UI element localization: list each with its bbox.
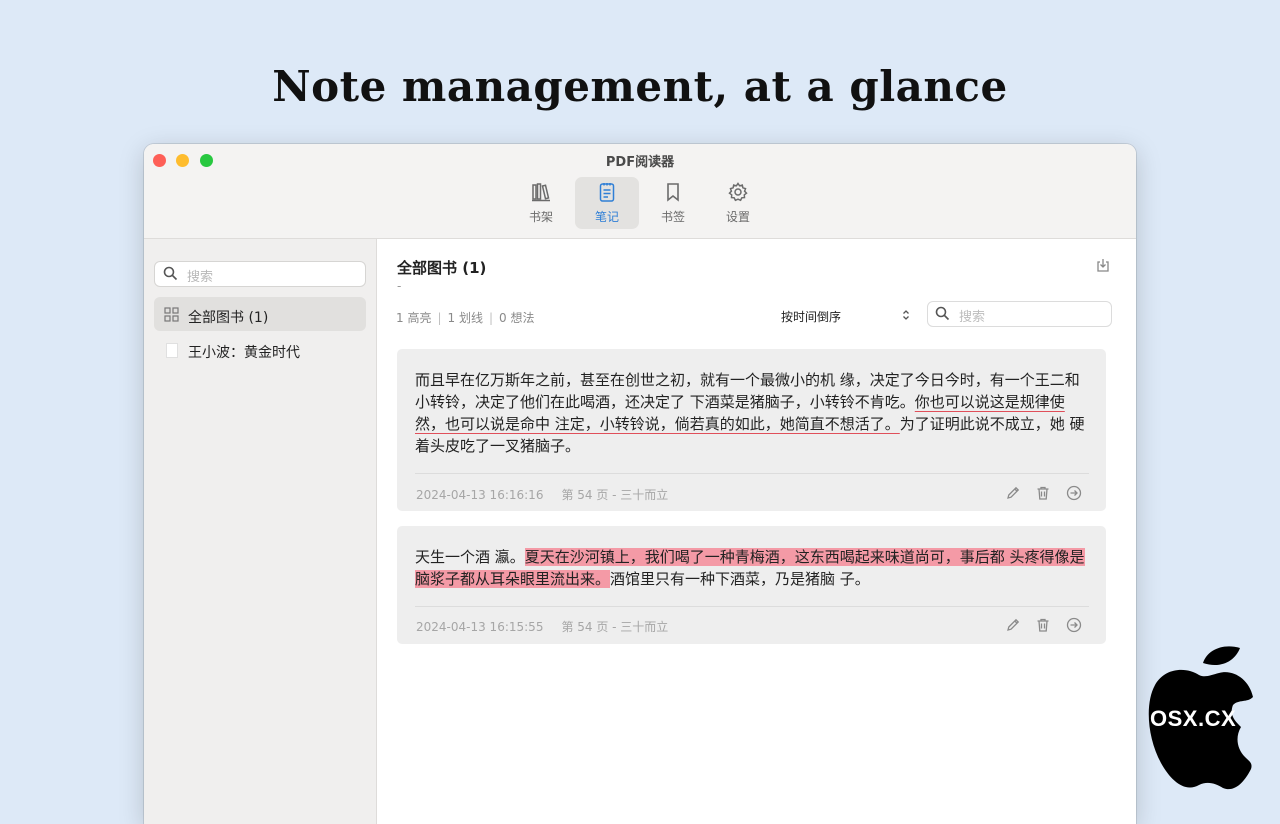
tab-bookshelf[interactable]: 书架: [509, 177, 573, 229]
document-icon: [166, 343, 178, 358]
tab-bookmarks-label: 书签: [660, 210, 685, 224]
bookshelf-icon: [532, 183, 550, 202]
app-window: PDF阅读器 书架 笔记 书签 设置 搜索 全部图书 (1) 王小波：黄金时代 …: [144, 144, 1136, 824]
note-text-before: 天生一个酒 瀛。: [415, 548, 525, 566]
search-icon: [935, 306, 950, 321]
sort-select-value: 按时间倒序: [781, 310, 842, 324]
grid-icon: [164, 307, 179, 322]
arrow-circle-right-icon[interactable]: [1066, 617, 1082, 633]
sidebar-item-all-books[interactable]: 全部图书 (1): [154, 297, 366, 331]
trash-icon[interactable]: [1035, 617, 1051, 633]
note-card[interactable]: 天生一个酒 瀛。夏天在沙河镇上，我们喝了一种青梅酒，这东西喝起来味道尚可，事后都…: [397, 526, 1106, 644]
note-text: 天生一个酒 瀛。夏天在沙河镇上，我们喝了一种青梅酒，这东西喝起来味道尚可，事后都…: [415, 546, 1089, 590]
thought-count: 0 想法: [499, 311, 535, 325]
note-card[interactable]: 而且早在亿万斯年之前，甚至在创世之初，就有一个最微小的机 缘，决定了今日今时，有…: [397, 349, 1106, 511]
divider: [415, 473, 1089, 474]
title-bar: PDF阅读器 书架 笔记 书签 设置: [144, 144, 1136, 239]
tab-notes-label: 笔记: [594, 210, 619, 224]
tab-settings[interactable]: 设置: [706, 177, 770, 229]
window-title: PDF阅读器: [605, 155, 675, 170]
notes-icon: [599, 183, 615, 202]
note-timestamp: 2024-04-13 16:16:16: [416, 488, 544, 502]
divider: [415, 606, 1089, 607]
highlight-count: 1 高亮: [396, 311, 432, 325]
watermark-text: OSX.CX: [1150, 706, 1237, 731]
sidebar-search-placeholder: 搜索: [187, 270, 214, 285]
note-meta: 2024-04-13 16:15:55 第 54 页 - 三十而立: [416, 618, 668, 635]
tab-notes[interactable]: 笔记: [575, 177, 639, 229]
notes-search-field[interactable]: 搜索: [927, 301, 1112, 327]
notes-panel: 全部图书 (1) - 1 高亮 | 1 划线 | 0 想法 按时间倒序 搜索 而且早在亿…: [377, 239, 1136, 824]
sidebar-item-all-books-label: 全部图书 (1): [188, 310, 269, 326]
chevron-updown-icon: [903, 310, 909, 320]
search-icon: [163, 266, 178, 281]
underline-count: 1 划线: [447, 311, 483, 325]
note-timestamp: 2024-04-13 16:15:55: [416, 620, 544, 634]
note-meta: 2024-04-13 16:16:16 第 54 页 - 三十而立: [416, 486, 668, 503]
tab-settings-label: 设置: [725, 210, 750, 224]
bookmark-icon: [667, 183, 679, 202]
tab-bookshelf-label: 书架: [528, 210, 553, 224]
arrow-circle-right-icon[interactable]: [1066, 485, 1082, 501]
note-text-after: 酒馆里只有一种下酒菜，乃是猪脑 子。: [610, 570, 870, 588]
trash-icon[interactable]: [1035, 485, 1051, 501]
sidebar-item-book-label: 王小波：黄金时代: [188, 345, 300, 361]
settings-gear-icon: [728, 182, 748, 202]
edit-pencil-icon[interactable]: [1005, 485, 1021, 501]
note-stats: 1 高亮 | 1 划线 | 0 想法: [396, 311, 535, 325]
note-location: 第 54 页 - 三十而立: [561, 488, 669, 502]
sort-select[interactable]: 按时间倒序: [775, 303, 915, 327]
note-location: 第 54 页 - 三十而立: [561, 620, 669, 634]
page-title: 全部图书 (1): [397, 259, 487, 277]
sidebar-search-field[interactable]: 搜索: [154, 261, 366, 287]
sidebar: 搜索 全部图书 (1) 王小波：黄金时代: [144, 239, 377, 824]
note-text: 而且早在亿万斯年之前，甚至在创世之初，就有一个最微小的机 缘，决定了今日今时，有…: [415, 369, 1089, 457]
book-subtitle: -: [397, 279, 402, 293]
edit-pencil-icon[interactable]: [1005, 617, 1021, 633]
tab-bookmarks[interactable]: 书签: [641, 177, 705, 229]
export-icon[interactable]: [1095, 257, 1111, 273]
notes-search-placeholder: 搜索: [959, 310, 986, 325]
headline: Note management, at a glance: [272, 62, 1008, 111]
sidebar-item-book[interactable]: 王小波：黄金时代: [154, 335, 366, 365]
